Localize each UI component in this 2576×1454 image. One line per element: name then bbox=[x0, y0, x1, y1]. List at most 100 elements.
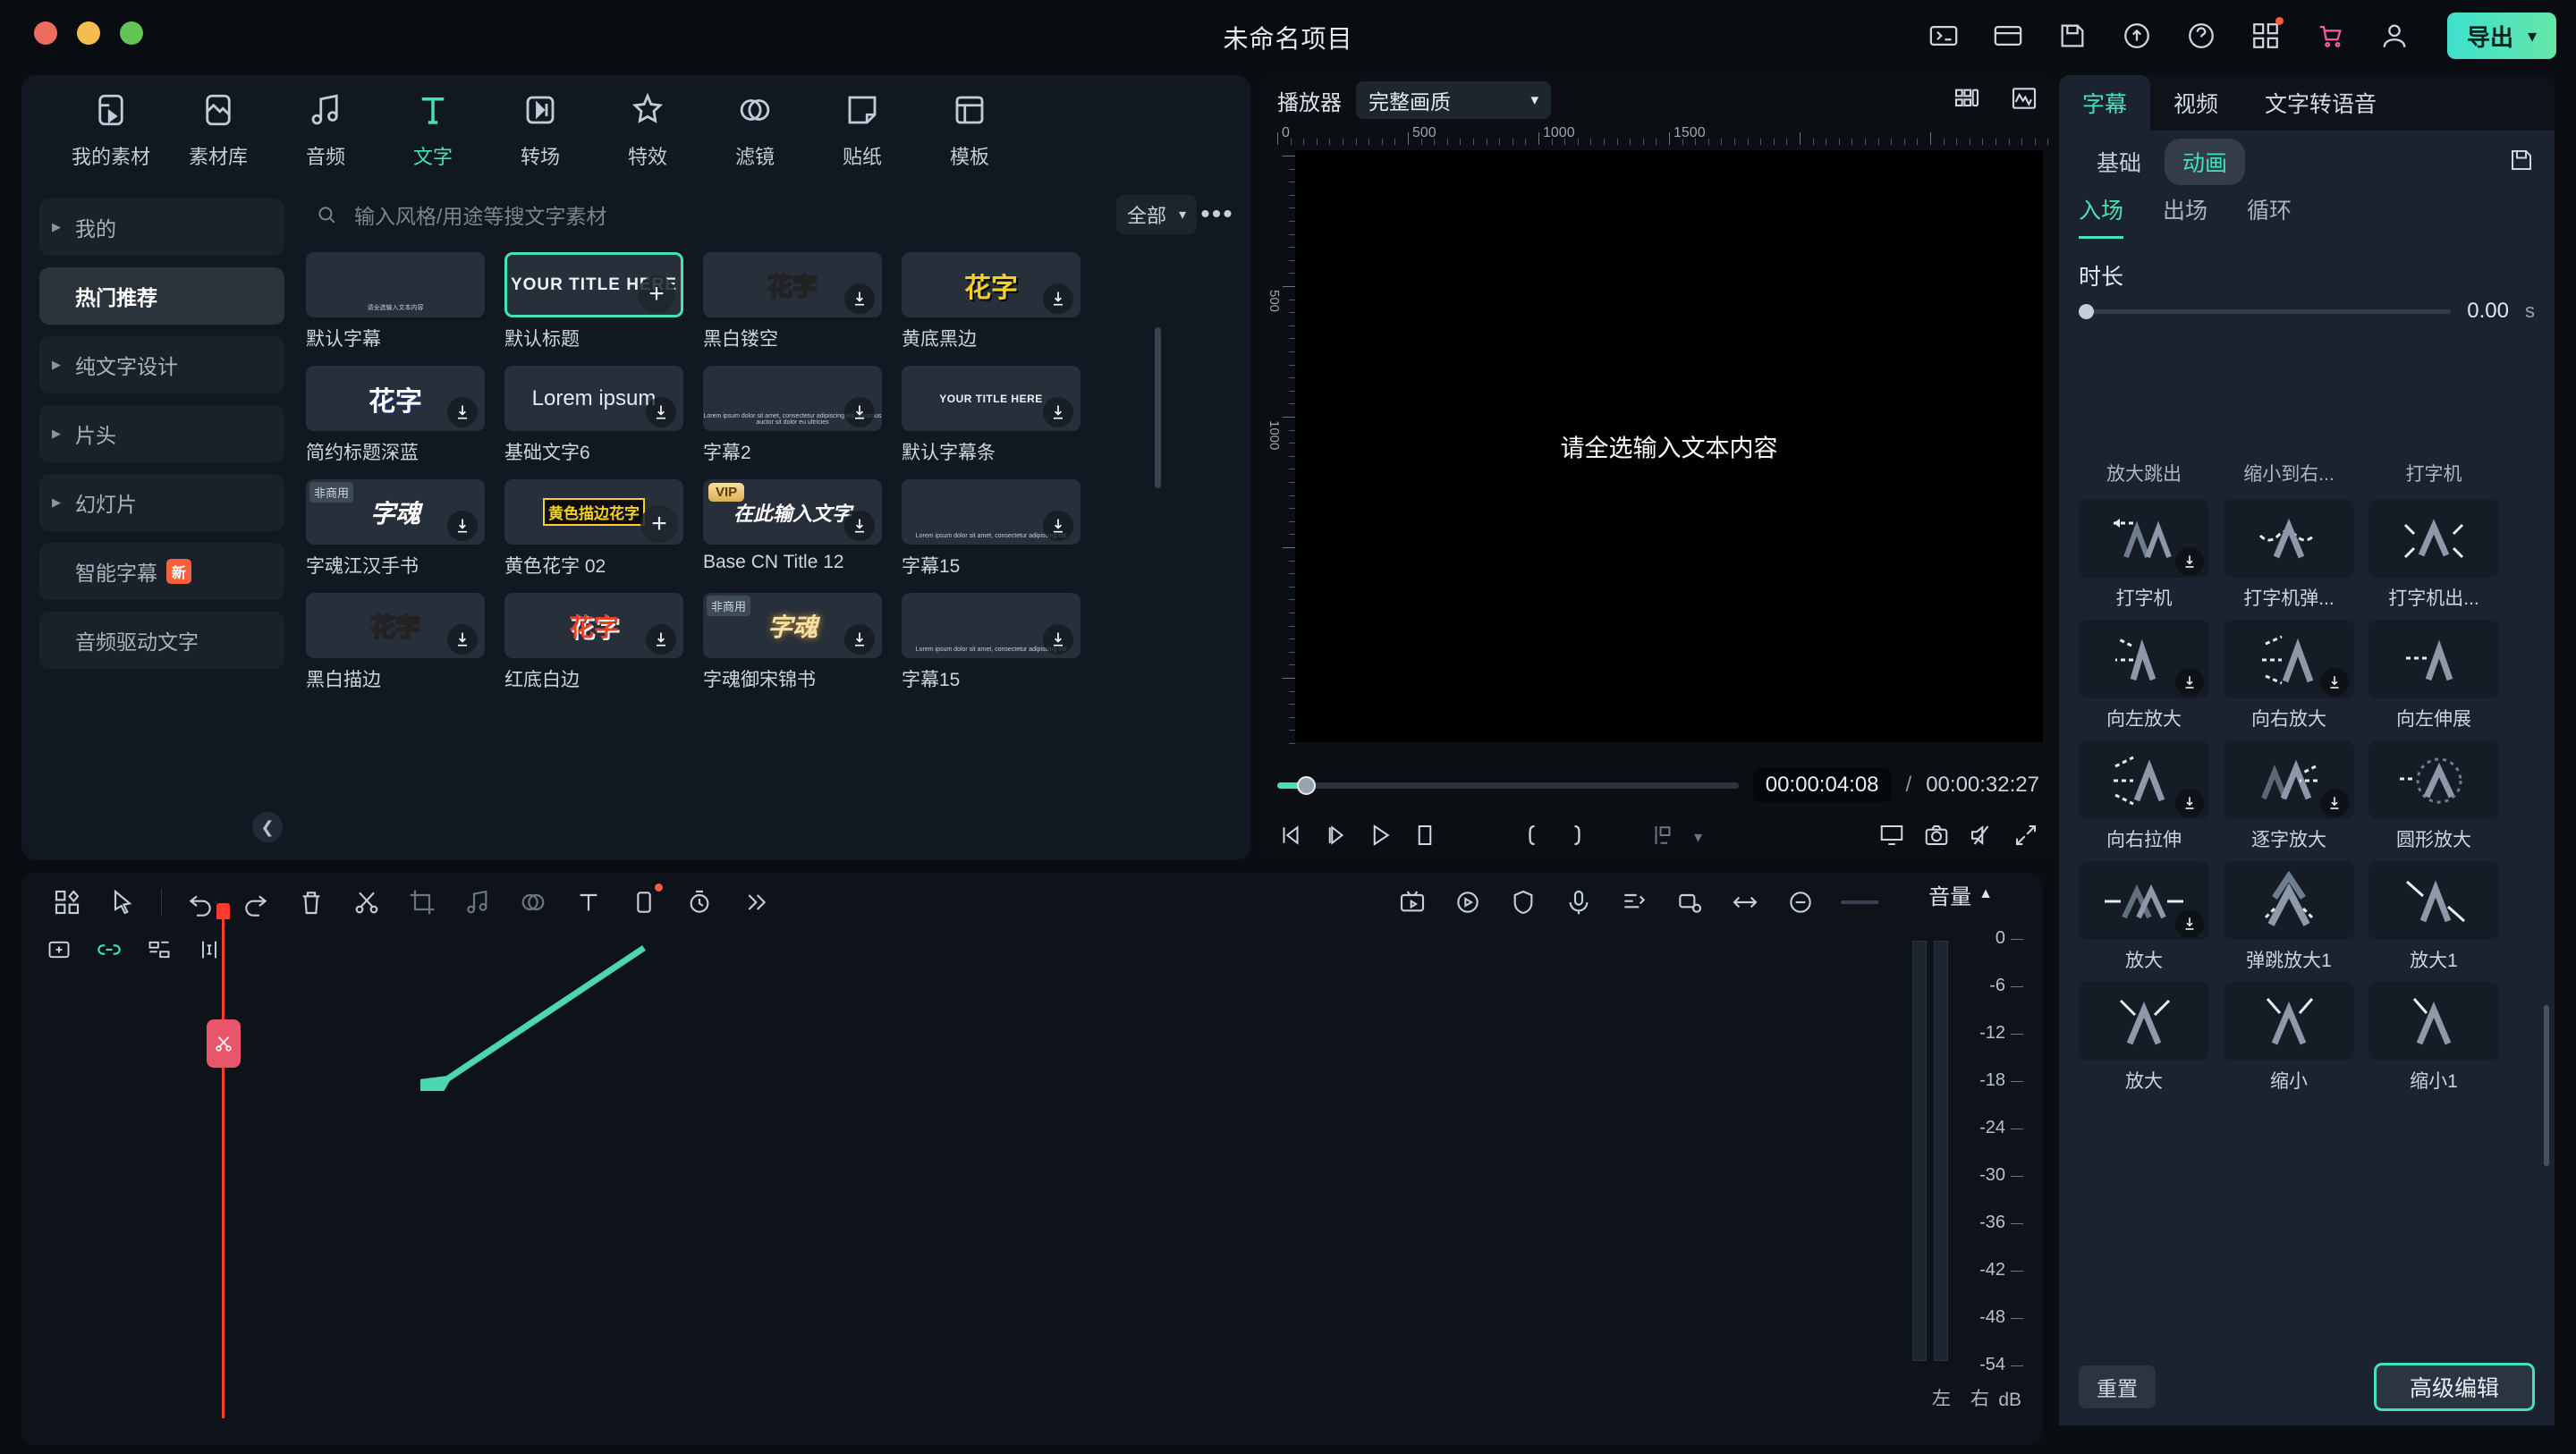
sidebar-item-audio-text[interactable]: 音频驱动文字 bbox=[39, 612, 284, 669]
duration-slider[interactable] bbox=[2079, 303, 2452, 319]
template-thumb[interactable]: 请全选输入文本内容 bbox=[306, 252, 485, 317]
duration-handle[interactable] bbox=[2079, 303, 2094, 319]
segment-loop[interactable]: 循环 bbox=[2247, 193, 2292, 236]
render-icon[interactable] bbox=[1440, 880, 1496, 925]
template-item[interactable]: 花字 红底白边 bbox=[504, 593, 683, 692]
animation-preview[interactable] bbox=[2368, 982, 2499, 1061]
download-icon[interactable] bbox=[447, 511, 478, 541]
download-icon[interactable] bbox=[844, 624, 875, 655]
add-track-icon[interactable] bbox=[39, 934, 79, 965]
download-icon[interactable] bbox=[1043, 624, 1073, 655]
animation-item[interactable]: 向左放大 bbox=[2079, 620, 2209, 731]
template-item[interactable]: Lorem ipsum dolor sit amet, consectetur … bbox=[902, 593, 1080, 692]
tab-text[interactable]: 文字 bbox=[379, 91, 487, 170]
template-item[interactable]: 非商用 字魂 字魂江汉手书 bbox=[306, 479, 485, 579]
template-item[interactable]: 花字 黑白镂空 bbox=[703, 252, 882, 351]
animation-preview[interactable] bbox=[2368, 861, 2499, 940]
animation-item[interactable]: 放大 bbox=[2079, 861, 2209, 973]
download-icon[interactable] bbox=[1043, 511, 1073, 541]
sidebar-item-smart-caption[interactable]: 智能字幕新 bbox=[39, 543, 284, 600]
animation-item[interactable]: 缩小 bbox=[2224, 982, 2354, 1094]
download-icon[interactable] bbox=[447, 397, 478, 427]
screen-record-icon[interactable] bbox=[1923, 15, 1964, 56]
tab-library[interactable]: 素材库 bbox=[165, 91, 272, 170]
segment-out[interactable]: 出场 bbox=[2163, 193, 2207, 236]
export-button[interactable]: 导出 ▾ bbox=[2446, 13, 2556, 59]
template-item[interactable]: 花字 黑白描边 bbox=[306, 593, 485, 692]
download-icon[interactable] bbox=[646, 397, 676, 427]
add-icon[interactable]: + bbox=[638, 275, 675, 313]
download-icon[interactable] bbox=[2175, 789, 2204, 817]
template-item[interactable]: 黄色描边花字 + 黄色花字 02 bbox=[504, 479, 683, 579]
download-icon[interactable] bbox=[1043, 397, 1073, 427]
download-icon[interactable] bbox=[2175, 909, 2204, 938]
download-icon[interactable] bbox=[447, 624, 478, 655]
audio-detach-icon[interactable] bbox=[450, 880, 505, 925]
template-thumb[interactable]: 非商用 字魂 bbox=[306, 479, 485, 545]
animation-preview[interactable] bbox=[2224, 861, 2354, 940]
animation-preview[interactable] bbox=[2224, 499, 2354, 578]
template-thumb[interactable]: VIP 在此输入文字 bbox=[703, 479, 882, 545]
template-thumb[interactable]: Lorem ipsum dolor sit amet, consectetur … bbox=[703, 366, 882, 431]
stop-icon[interactable] bbox=[1411, 822, 1438, 853]
subtab-basic[interactable]: 基础 bbox=[2079, 139, 2159, 185]
animation-item[interactable]: 圆形放大 bbox=[2368, 740, 2499, 852]
upload-cloud-icon[interactable] bbox=[2116, 15, 2157, 56]
display-icon[interactable] bbox=[1878, 822, 1905, 853]
split-icon[interactable] bbox=[339, 880, 394, 925]
shield-icon[interactable] bbox=[1496, 880, 1551, 925]
next-frame-icon[interactable] bbox=[1322, 822, 1349, 853]
sidebar-item-hot[interactable]: 热门推荐 bbox=[39, 267, 284, 325]
help-circle-icon[interactable] bbox=[2181, 15, 2222, 56]
animation-item[interactable]: 缩小1 bbox=[2368, 982, 2499, 1094]
prev-frame-icon[interactable] bbox=[1277, 822, 1304, 853]
segment-in[interactable]: 入场 bbox=[2079, 193, 2124, 239]
template-thumb[interactable]: 花字 bbox=[703, 252, 882, 317]
animation-item[interactable]: 逐字放大 bbox=[2224, 740, 2354, 852]
add-icon[interactable]: + bbox=[640, 505, 678, 543]
seek-slider[interactable] bbox=[1277, 775, 1739, 795]
tab-subtitle[interactable]: 字幕 bbox=[2059, 75, 2151, 131]
download-icon[interactable] bbox=[844, 511, 875, 541]
download-icon[interactable] bbox=[1043, 283, 1073, 314]
template-thumb[interactable]: 非商用 字魂 bbox=[703, 593, 882, 658]
redo-icon[interactable] bbox=[228, 880, 284, 925]
mark-in-icon[interactable] bbox=[1519, 822, 1546, 853]
download-icon[interactable] bbox=[2320, 789, 2349, 817]
animation-item[interactable]: 弹跳放大1 bbox=[2224, 861, 2354, 973]
group-icon[interactable] bbox=[140, 934, 179, 965]
animation-preview[interactable] bbox=[2368, 499, 2499, 578]
tab-audio[interactable]: 音频 bbox=[272, 91, 379, 170]
template-thumb[interactable]: 花字 bbox=[306, 593, 485, 658]
animation-preview[interactable] bbox=[2079, 740, 2209, 819]
template-thumb[interactable]: 花字 bbox=[504, 593, 683, 658]
duration-value[interactable]: 0.00 bbox=[2467, 299, 2509, 324]
motion-track-icon[interactable] bbox=[1662, 880, 1717, 925]
template-item[interactable]: Lorem ipsum 基础文字6 bbox=[504, 366, 683, 465]
waveform-icon[interactable] bbox=[2009, 84, 2039, 117]
animation-item[interactable]: 打字机出... bbox=[2368, 499, 2499, 611]
tab-video[interactable]: 视频 bbox=[2150, 75, 2241, 131]
text-icon[interactable] bbox=[561, 880, 616, 925]
animation-scrollbar[interactable] bbox=[2544, 1005, 2549, 1166]
mark-out-icon[interactable] bbox=[1563, 822, 1590, 853]
save-preset-icon[interactable] bbox=[2508, 147, 2535, 178]
snapshot-icon[interactable] bbox=[1923, 822, 1950, 853]
animation-preview[interactable] bbox=[2224, 982, 2354, 1061]
filter-dropdown[interactable]: 全部 ▾ bbox=[1116, 195, 1197, 234]
preview-stage[interactable]: 请全选输入文本内容 bbox=[1295, 150, 2043, 742]
quality-dropdown[interactable]: 完整画质 ▾ bbox=[1356, 81, 1551, 119]
template-thumb[interactable]: Lorem ipsum dolor sit amet, consectetur … bbox=[902, 479, 1080, 545]
chevron-left-icon[interactable]: ❮ bbox=[252, 812, 283, 842]
template-item[interactable]: 花字 简约标题深蓝 bbox=[306, 366, 485, 465]
tab-template[interactable]: 模板 bbox=[916, 91, 1023, 170]
animation-item[interactable]: 向右放大 bbox=[2224, 620, 2354, 731]
chevron-down-icon[interactable]: ▾ bbox=[1694, 828, 1702, 847]
tab-effects[interactable]: 特效 bbox=[594, 91, 701, 170]
download-icon[interactable] bbox=[844, 397, 875, 427]
chevron-down-icon[interactable]: ▾ bbox=[2528, 25, 2537, 47]
seek-handle[interactable] bbox=[1297, 775, 1317, 795]
select-icon[interactable] bbox=[95, 880, 150, 925]
split-clip-button[interactable] bbox=[207, 1019, 241, 1068]
template-item[interactable]: VIP 在此输入文字 Base CN Title 12 bbox=[703, 479, 882, 579]
